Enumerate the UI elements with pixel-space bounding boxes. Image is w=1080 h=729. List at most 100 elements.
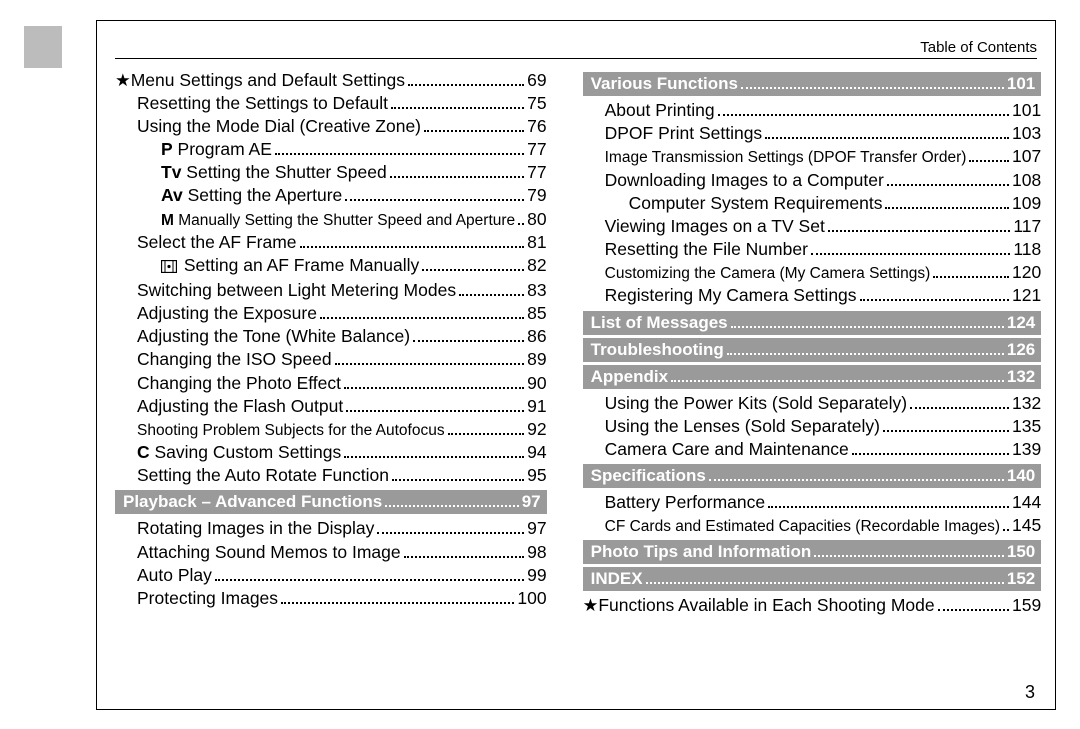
leader-dots <box>344 456 524 458</box>
toc-entry: Resetting the File Number118 <box>583 238 1042 261</box>
leader-dots <box>391 107 524 109</box>
entry-text: Auto Play <box>137 565 212 585</box>
entry-text: Select the AF Frame <box>137 232 297 252</box>
entry-label: Registering My Camera Settings <box>605 284 857 307</box>
leader-dots <box>828 230 1011 232</box>
toc-entry: Viewing Images on a TV Set 117 <box>583 215 1042 238</box>
entry-label: Adjusting the Tone (White Balance) <box>137 325 410 348</box>
leader-dots <box>390 176 524 178</box>
af-frame-icon <box>161 256 177 279</box>
section-page: 150 <box>1007 542 1035 562</box>
entry-text: Registering My Camera Settings <box>605 285 857 305</box>
entry-page: 69 <box>527 69 546 92</box>
leader-dots <box>281 602 514 604</box>
toc-entry: Changing the Photo Effect 90 <box>115 372 547 395</box>
entry-label: Camera Care and Maintenance <box>605 438 849 461</box>
entry-page: 121 <box>1012 284 1041 307</box>
entry-page: 145 <box>1012 514 1041 537</box>
leader-dots <box>727 353 1004 355</box>
leader-dots <box>448 433 525 435</box>
entry-text: Viewing Images on a TV Set <box>605 216 825 236</box>
entry-text: DPOF Print Settings <box>605 123 763 143</box>
leader-dots <box>814 555 1004 557</box>
leader-dots <box>910 407 1009 409</box>
section-label: Specifications <box>591 466 706 486</box>
content-frame: Table of Contents ★Menu Settings and Def… <box>96 20 1056 710</box>
entry-text: Customizing the Camera (My Camera Settin… <box>605 265 931 282</box>
entry-page: 108 <box>1012 169 1041 192</box>
entry-page: 77 <box>527 138 546 161</box>
toc-entry: Camera Care and Maintenance139 <box>583 438 1042 461</box>
entry-page: 75 <box>527 92 546 115</box>
leader-dots <box>811 253 1010 255</box>
entry-label: Protecting Images <box>137 587 278 610</box>
entry-label: Setting the Auto Rotate Function <box>137 464 389 487</box>
entry-text: CF Cards and Estimated Capacities (Recor… <box>605 518 1000 535</box>
entry-label: About Printing <box>605 99 715 122</box>
leader-dots <box>424 130 524 132</box>
leader-dots <box>741 87 1004 89</box>
leader-dots <box>518 223 524 225</box>
entry-label: Changing the Photo Effect <box>137 372 341 395</box>
side-tab <box>24 26 62 68</box>
entry-page: 117 <box>1013 215 1041 238</box>
horizontal-rule <box>115 58 1037 59</box>
entry-page: 98 <box>527 541 546 564</box>
entry-page: 92 <box>527 418 546 441</box>
section-label: Troubleshooting <box>591 340 724 360</box>
leader-dots <box>377 532 524 534</box>
entry-text: Saving Custom Settings <box>150 442 342 462</box>
toc-entry: Switching between Light Metering Modes83 <box>115 279 547 302</box>
entry-page: 99 <box>527 564 546 587</box>
entry-label: Select the AF Frame <box>137 231 297 254</box>
left-column: ★Menu Settings and Default Settings69Res… <box>115 69 547 617</box>
entry-label: Viewing Images on a TV Set <box>605 215 825 238</box>
leader-dots <box>320 317 524 319</box>
entry-page: 90 <box>527 372 546 395</box>
leader-dots <box>887 184 1009 186</box>
entry-text: Adjusting the Tone (White Balance) <box>137 326 410 346</box>
toc-entry: Protecting Images100 <box>115 587 547 610</box>
toc-entry: P Program AE77 <box>115 138 547 161</box>
entry-page: 94 <box>527 441 546 464</box>
entry-text: Using the Mode Dial (Creative Zone) <box>137 116 421 136</box>
entry-text: Setting an AF Frame Manually <box>179 255 419 275</box>
entry-text: Camera Care and Maintenance <box>605 439 849 459</box>
toc-entry: Battery Performance144 <box>583 491 1042 514</box>
entry-label: DPOF Print Settings <box>605 122 763 145</box>
toc-entry: Attaching Sound Memos to Image98 <box>115 541 547 564</box>
toc-section-header: Appendix132 <box>583 365 1042 389</box>
leader-dots <box>860 299 1010 301</box>
leader-dots <box>346 410 524 412</box>
toc-entry: DPOF Print Settings103 <box>583 122 1042 145</box>
entry-text: Rotating Images in the Display <box>137 518 374 538</box>
leader-dots <box>404 556 525 558</box>
toc-entry: C Saving Custom Settings 94 <box>115 441 547 464</box>
mode-prefix: Tv <box>161 162 181 182</box>
entry-page: 80 <box>527 208 546 231</box>
entry-text: Image Transmission Settings (DPOF Transf… <box>605 149 967 166</box>
entry-page: 95 <box>527 464 546 487</box>
entry-text: Functions Available in Each Shooting Mod… <box>598 595 934 615</box>
section-label: Appendix <box>591 367 668 387</box>
section-page: 124 <box>1007 313 1035 333</box>
leader-dots <box>215 579 524 581</box>
entry-page: 85 <box>527 302 546 325</box>
entry-label: Auto Play <box>137 564 212 587</box>
page-number: 3 <box>1025 682 1035 703</box>
toc-section-header: Specifications140 <box>583 464 1042 488</box>
leader-dots <box>731 326 1004 328</box>
leader-dots <box>422 269 524 271</box>
toc-section-header: Photo Tips and Information150 <box>583 540 1042 564</box>
section-page: 126 <box>1007 340 1035 360</box>
toc-section-header: List of Messages 124 <box>583 311 1042 335</box>
toc-entry: Changing the ISO Speed89 <box>115 348 547 371</box>
mode-prefix: C <box>137 442 150 462</box>
section-page: 97 <box>522 492 541 512</box>
section-label: List of Messages <box>591 313 728 333</box>
entry-page: 89 <box>527 348 546 371</box>
leader-dots <box>969 160 1009 162</box>
entry-text: Switching between Light Metering Modes <box>137 280 456 300</box>
mode-prefix: Av <box>161 185 183 205</box>
entry-text: Setting the Aperture <box>183 185 343 205</box>
